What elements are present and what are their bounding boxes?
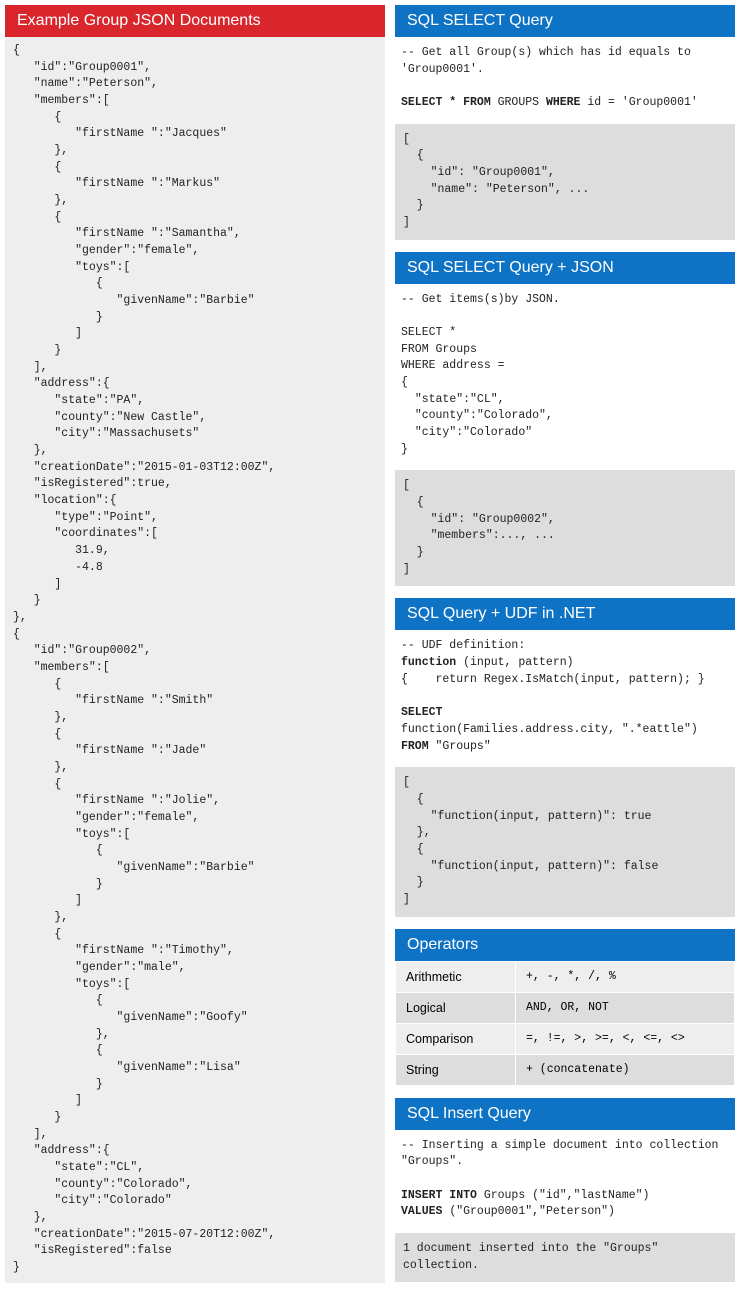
section-query: -- UDF definition: function (input, patt…: [395, 630, 735, 765]
op-label: String: [396, 1054, 516, 1085]
section-result: [ { "id": "Group0002", "members":..., ..…: [395, 470, 735, 586]
op-label: Comparison: [396, 1023, 516, 1054]
op-label: Arithmetic: [396, 961, 516, 992]
op-ops: =, !=, >, >=, <, <=, <>: [516, 1023, 735, 1054]
example-json-header: Example Group JSON Documents: [5, 5, 385, 37]
section-insert: SQL Insert Query -- Inserting a simple d…: [395, 1098, 735, 1283]
op-ops: +, -, *, /, %: [516, 961, 735, 992]
example-json-code: { "id":"Group0001", "name":"Peterson", "…: [5, 37, 385, 1283]
section-query: -- Get all Group(s) which has id equals …: [395, 37, 735, 122]
insert-title: SQL Insert Query: [395, 1098, 735, 1130]
operators-table: Arithmetic +, -, *, /, % Logical AND, OR…: [395, 961, 735, 1086]
op-row: String + (concatenate): [396, 1054, 735, 1085]
section-title: SQL Query + UDF in .NET: [395, 598, 735, 630]
op-ops: AND, OR, NOT: [516, 992, 735, 1023]
right-column: SQL SELECT Query -- Get all Group(s) whi…: [395, 5, 735, 1283]
op-row: Comparison =, !=, >, >=, <, <=, <>: [396, 1023, 735, 1054]
insert-result: 1 document inserted into the "Groups" co…: [395, 1233, 735, 1282]
section-udf: SQL Query + UDF in .NET -- UDF definitio…: [395, 598, 735, 916]
operators-title: Operators: [395, 929, 735, 961]
section-title: SQL SELECT Query + JSON: [395, 252, 735, 284]
left-column: Example Group JSON Documents { "id":"Gro…: [5, 5, 385, 1283]
section-title: SQL SELECT Query: [395, 5, 735, 37]
op-ops: + (concatenate): [516, 1054, 735, 1085]
section-select: SQL SELECT Query -- Get all Group(s) whi…: [395, 5, 735, 240]
section-select-json: SQL SELECT Query + JSON -- Get items(s)b…: [395, 252, 735, 587]
section-operators: Operators Arithmetic +, -, *, /, % Logic…: [395, 929, 735, 1086]
section-query: -- Get items(s)by JSON. SELECT * FROM Gr…: [395, 284, 735, 469]
section-result: [ { "function(input, pattern)": true }, …: [395, 767, 735, 916]
op-label: Logical: [396, 992, 516, 1023]
section-result: [ { "id": "Group0001", "name": "Peterson…: [395, 124, 735, 240]
op-row: Arithmetic +, -, *, /, %: [396, 961, 735, 992]
insert-query: -- Inserting a simple document into coll…: [395, 1130, 735, 1231]
op-row: Logical AND, OR, NOT: [396, 992, 735, 1023]
